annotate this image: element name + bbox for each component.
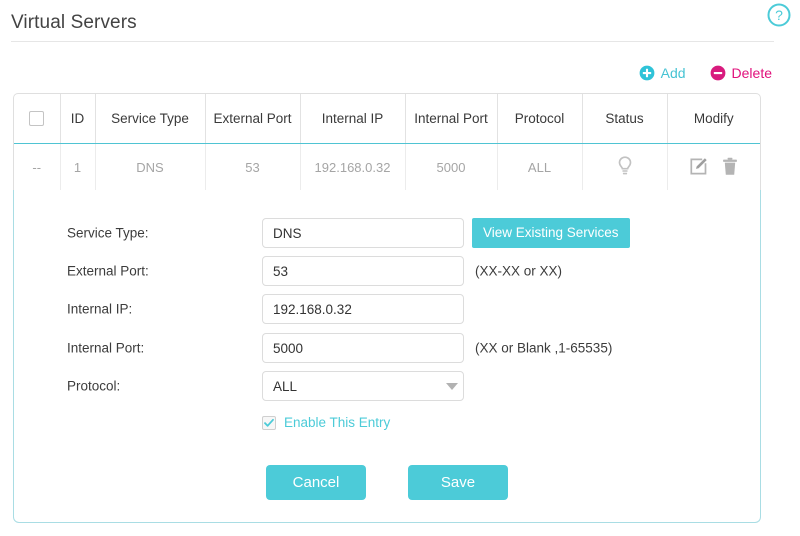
protocol-select[interactable] <box>262 371 464 401</box>
row-status <box>582 144 667 192</box>
column-header-protocol: Protocol <box>497 94 582 144</box>
field-row-internal-ip: Internal IP: <box>14 294 760 324</box>
column-header-id: ID <box>60 94 95 144</box>
column-header-external-port: External Port <box>205 94 300 144</box>
field-row-service-type: Service Type: View Existing Services <box>14 218 760 248</box>
edit-pencil-icon[interactable] <box>689 157 708 179</box>
svg-text:?: ? <box>775 7 783 23</box>
internal-ip-input[interactable] <box>262 294 464 324</box>
checkbox-box <box>262 416 276 430</box>
table-header-row: ID Service Type External Port Internal I… <box>14 94 760 144</box>
page-header: Virtual Servers ? <box>0 0 800 42</box>
row-internal-ip: 192.168.0.32 <box>300 144 405 192</box>
row-modify <box>667 144 760 192</box>
virtual-server-edit-form: Service Type: View Existing Services Ext… <box>13 190 761 523</box>
row-select-cell: -- <box>14 144 60 192</box>
title-divider <box>11 41 774 42</box>
external-port-label: External Port: <box>67 264 149 279</box>
protocol-label: Protocol: <box>67 379 120 394</box>
service-type-input[interactable] <box>262 218 464 248</box>
plus-circle-icon <box>639 65 655 81</box>
column-header-internal-port: Internal Port <box>405 94 497 144</box>
minus-circle-icon <box>710 65 726 81</box>
table-action-bar: Add Delete <box>639 62 772 84</box>
column-header-modify: Modify <box>667 94 760 144</box>
column-header-service-type: Service Type <box>95 94 205 144</box>
add-button-label: Add <box>661 66 686 80</box>
enable-this-entry-checkbox[interactable]: Enable This Entry <box>262 415 390 430</box>
row-protocol: ALL <box>497 144 582 192</box>
internal-ip-label: Internal IP: <box>67 302 132 317</box>
cancel-button[interactable]: Cancel <box>266 465 366 500</box>
delete-button[interactable]: Delete <box>710 65 772 81</box>
row-service-type: DNS <box>95 144 205 192</box>
check-icon <box>264 418 274 428</box>
row-external-port: 53 <box>205 144 300 192</box>
page-title: Virtual Servers <box>11 12 137 34</box>
enable-this-entry-label: Enable This Entry <box>284 415 390 430</box>
virtual-servers-table: ID Service Type External Port Internal I… <box>13 93 761 191</box>
table-row[interactable]: -- 1 DNS 53 192.168.0.32 5000 ALL <box>14 144 760 192</box>
row-id: 1 <box>60 144 95 192</box>
light-bulb-icon[interactable] <box>616 155 634 180</box>
row-internal-port: 5000 <box>405 144 497 192</box>
internal-port-input[interactable] <box>262 333 464 363</box>
select-all-checkbox[interactable] <box>29 111 44 126</box>
external-port-hint: (XX-XX or XX) <box>475 264 562 279</box>
service-type-label: Service Type: <box>67 226 149 241</box>
column-header-select <box>14 94 60 144</box>
field-row-internal-port: Internal Port: (XX or Blank ,1-65535) <box>14 333 760 363</box>
delete-button-label: Delete <box>732 66 772 80</box>
add-button[interactable]: Add <box>639 65 686 81</box>
question-circle-icon[interactable]: ? <box>766 2 792 28</box>
column-header-internal-ip: Internal IP <box>300 94 405 144</box>
external-port-input[interactable] <box>262 256 464 286</box>
form-footer: Cancel Save <box>14 465 760 500</box>
internal-port-label: Internal Port: <box>67 341 144 356</box>
trash-icon[interactable] <box>722 157 738 179</box>
field-row-external-port: External Port: (XX-XX or XX) <box>14 256 760 286</box>
column-header-status: Status <box>582 94 667 144</box>
save-button[interactable]: Save <box>408 465 508 500</box>
view-existing-services-button[interactable]: View Existing Services <box>472 218 630 248</box>
internal-port-hint: (XX or Blank ,1-65535) <box>475 341 612 356</box>
field-row-protocol: Protocol: <box>14 371 760 401</box>
